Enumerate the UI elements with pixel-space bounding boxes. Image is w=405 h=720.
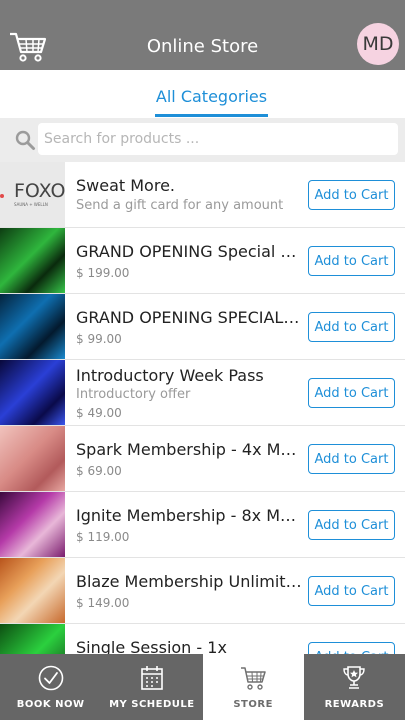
thumb-logo-text: FOXO	[14, 180, 65, 202]
list-item[interactable]: Spark Membership - 4x Mon... $ 69.00 Add…	[0, 426, 405, 492]
product-title: Blaze Membership Unlimited	[76, 572, 304, 591]
product-thumbnail	[0, 360, 65, 425]
bottom-nav: BOOK NOW MY SCHEDULE STORE REWARDS	[0, 654, 405, 720]
add-to-cart-button[interactable]: Add to Cart	[308, 312, 395, 342]
add-to-cart-button[interactable]: Add to Cart	[308, 576, 395, 606]
product-thumbnail	[0, 624, 65, 654]
product-thumbnail: FOXO SAUNA + WELLN	[0, 162, 65, 227]
list-item[interactable]: FOXO SAUNA + WELLN Sweat More. Send a gi…	[0, 162, 405, 228]
product-price: $ 49.00	[76, 406, 122, 420]
tab-underline	[155, 114, 268, 117]
nav-label: STORE	[233, 699, 273, 710]
nav-label: REWARDS	[324, 699, 385, 710]
product-price: $ 149.00	[76, 596, 130, 610]
product-title: Single Session - 1x	[76, 638, 227, 654]
product-title: Introductory Week Pass	[76, 366, 264, 385]
thumb-logo-subtext: SAUNA + WELLN	[14, 202, 48, 207]
product-title: Sweat More.	[76, 176, 175, 195]
add-to-cart-button[interactable]: Add to Cart	[308, 378, 395, 408]
product-thumbnail	[0, 228, 65, 293]
add-to-cart-button[interactable]: Add to Cart	[308, 510, 395, 540]
product-title: GRAND OPENING Special 10...	[76, 242, 304, 261]
calendar-icon	[141, 666, 163, 690]
product-price: $ 99.00	[76, 332, 122, 346]
product-thumbnail	[0, 558, 65, 623]
product-title: Ignite Membership - 8x Mon...	[76, 506, 304, 525]
list-item[interactable]: Introductory Week Pass Introductory offe…	[0, 360, 405, 426]
nav-my-schedule[interactable]: MY SCHEDULE	[101, 654, 202, 720]
nav-rewards[interactable]: REWARDS	[304, 654, 405, 720]
nav-label: BOOK NOW	[16, 699, 85, 710]
category-tabbar: All Categories	[0, 70, 405, 118]
list-item[interactable]: Ignite Membership - 8x Mon... $ 119.00 A…	[0, 492, 405, 558]
nav-book-now[interactable]: BOOK NOW	[0, 654, 101, 720]
nav-store[interactable]: STORE	[202, 654, 304, 720]
product-title: GRAND OPENING SPECIAL U...	[76, 308, 304, 327]
product-thumbnail	[0, 492, 65, 557]
product-price: $ 199.00	[76, 266, 130, 280]
product-thumbnail	[0, 294, 65, 359]
avatar[interactable]: MD	[357, 23, 399, 65]
product-thumbnail	[0, 426, 65, 491]
list-item[interactable]: Single Session - 1x Add to Cart	[0, 624, 405, 654]
tab-all-categories[interactable]: All Categories	[155, 87, 268, 106]
add-to-cart-button[interactable]: Add to Cart	[308, 444, 395, 474]
add-to-cart-button[interactable]: Add to Cart	[308, 642, 395, 654]
page-title: Online Store	[146, 36, 259, 57]
list-item[interactable]: GRAND OPENING SPECIAL U... $ 99.00 Add t…	[0, 294, 405, 360]
trophy-icon	[343, 666, 366, 689]
list-item[interactable]: GRAND OPENING Special 10... $ 199.00 Add…	[0, 228, 405, 294]
product-subtitle: Introductory offer	[76, 387, 191, 402]
nav-label: MY SCHEDULE	[109, 699, 195, 710]
product-price: $ 69.00	[76, 464, 122, 478]
list-item[interactable]: Blaze Membership Unlimited $ 149.00 Add …	[0, 558, 405, 624]
search-input[interactable]	[38, 123, 398, 155]
add-to-cart-button[interactable]: Add to Cart	[308, 246, 395, 276]
search-bar	[0, 118, 405, 162]
add-to-cart-button[interactable]: Add to Cart	[308, 180, 395, 210]
product-title: Spark Membership - 4x Mon...	[76, 440, 304, 459]
cart-icon	[241, 667, 266, 690]
product-subtitle: Send a gift card for any amount	[76, 198, 284, 213]
product-price: $ 119.00	[76, 530, 130, 544]
search-icon	[15, 130, 35, 150]
check-circle-icon	[38, 665, 63, 691]
product-list: FOXO SAUNA + WELLN Sweat More. Send a gi…	[0, 162, 405, 654]
app-header: Online Store MD	[0, 0, 405, 70]
